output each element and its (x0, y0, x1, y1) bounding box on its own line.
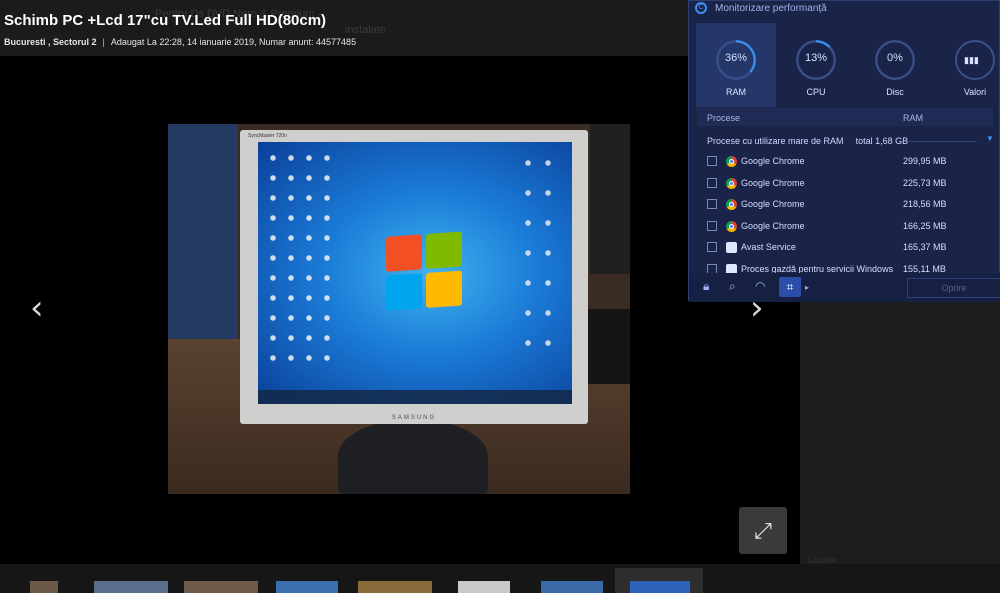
process-checkbox[interactable] (707, 199, 717, 209)
expand-icon[interactable]: ⤢ (739, 507, 787, 554)
performance-monitor-window: C Monitorizare performanță 36% RAM 13% C… (688, 0, 1000, 302)
background-ghost-text: instalate (345, 24, 386, 36)
chevron-left-icon[interactable]: ‹ (30, 291, 44, 325)
sidebar (800, 300, 1000, 564)
process-row[interactable]: Google Chrome 225,73 MB (707, 176, 987, 194)
process-name: Google Chrome (741, 199, 805, 209)
process-table-header: Procese RAM (697, 108, 993, 126)
thumbnail[interactable] (458, 581, 510, 593)
taskbar (258, 390, 572, 404)
column-processes[interactable]: Procese (707, 113, 740, 123)
column-ram[interactable]: RAM (903, 113, 923, 123)
tab-label: RAM (726, 87, 746, 97)
chrome-icon (726, 221, 737, 232)
tab-label: CPU (806, 87, 826, 97)
process-row[interactable]: Google Chrome 299,95 MB (707, 154, 987, 172)
process-checkbox[interactable] (707, 156, 717, 166)
process-name: Avast Service (741, 242, 796, 252)
listing-meta: Bucuresti , Sectorul 2 | Adaugat La 22:28,… (4, 37, 356, 47)
process-checkbox[interactable] (707, 221, 717, 231)
listing-title: Schimb PC +Lcd 17"cu TV.Led Full HD(80cm… (4, 12, 327, 29)
chrome-icon (726, 156, 737, 167)
process-ram: 166,25 MB (903, 221, 947, 231)
thumbnail[interactable] (94, 581, 168, 593)
tab-label: Disc (886, 87, 904, 97)
process-name: Google Chrome (741, 221, 805, 231)
listing-location: Bucuresti , Sectorul 2 (4, 37, 97, 47)
process-checkbox[interactable] (707, 178, 717, 188)
keyboard (583, 309, 630, 384)
process-ram: 299,95 MB (903, 156, 947, 166)
process-name: Google Chrome (741, 156, 805, 166)
summary-label: Procese cu utilizare mare de RAM (707, 136, 844, 146)
ccleaner-logo-icon: C (695, 2, 707, 14)
thumbnail[interactable] (30, 581, 58, 593)
process-row[interactable]: Google Chrome 218,56 MB (707, 197, 987, 215)
gauge-icon[interactable]: ◠ (755, 279, 765, 293)
crop-icon[interactable]: ⌗ (779, 277, 801, 297)
process-name: Google Chrome (741, 178, 805, 188)
monitor: SyncMaster 720n SAMSUNG (240, 130, 588, 424)
tab-cpu[interactable]: 13% CPU (776, 23, 856, 107)
process-ram: 218,56 MB (903, 199, 947, 209)
desktop-icons (264, 148, 334, 368)
lock-icon[interactable]: 🔒︎ (703, 279, 709, 294)
cpu-percent: 13% (804, 52, 828, 64)
monitor-screen (258, 142, 572, 404)
process-row[interactable]: Proces gazdă pentru servicii Windows 155… (707, 262, 987, 273)
process-checkbox[interactable] (707, 264, 717, 273)
thumbnail[interactable] (276, 581, 338, 593)
thumbnail[interactable] (184, 581, 258, 593)
tab-disc[interactable]: 0% Disc (855, 23, 935, 107)
collapse-arrow-icon[interactable]: ▼ (986, 134, 994, 143)
bar-chart-icon: ▮▮▮ (964, 55, 979, 65)
chrome-icon (726, 178, 737, 189)
tab-valori[interactable]: ▮▮▮ Valori (935, 23, 1000, 107)
process-ram: 155,11 MB (903, 264, 946, 273)
listing-added-date: Adaugat La 22:28, 14 ianuarie 2019, Numa… (110, 37, 357, 47)
avast-icon (726, 242, 737, 253)
windows-service-icon (726, 264, 737, 273)
thumbnail[interactable] (630, 581, 690, 593)
thumbnail[interactable] (541, 581, 603, 593)
monitor-model: SyncMaster 720n (248, 133, 287, 139)
monitor-stand (338, 419, 488, 494)
desktop-icons (518, 148, 558, 358)
perf-title: Monitorizare performanță (715, 3, 827, 14)
stop-button[interactable]: Oprire (907, 278, 1000, 298)
image-viewer: SyncMaster 720n SAMSUNG (0, 56, 800, 564)
monitor-brand: SAMSUNG (391, 415, 437, 421)
process-ram: 165,37 MB (903, 242, 947, 252)
disc-percent: 0% (887, 52, 903, 64)
chrome-icon (726, 199, 737, 210)
process-name: Proces gazdă pentru servicii Windows (741, 264, 894, 273)
thumbnail[interactable] (358, 581, 432, 593)
process-ram: 225,73 MB (903, 178, 947, 188)
windows-logo-icon (386, 231, 466, 315)
tab-ram[interactable]: 36% RAM (696, 23, 776, 107)
process-checkbox[interactable] (707, 242, 717, 252)
listing-photo: SyncMaster 720n SAMSUNG (168, 124, 630, 494)
search-icon[interactable]: ⌕ (729, 279, 736, 294)
process-row[interactable]: Avast Service 165,37 MB (707, 240, 987, 258)
tab-label: Valori (963, 87, 987, 97)
more-arrow-icon[interactable]: ▸ (805, 283, 809, 292)
perf-toolbar: 🔒︎ ⌕ ◠ ⌗ ▸ Oprire (689, 273, 1000, 302)
perf-titlebar: C Monitorizare performanță (689, 1, 1000, 17)
meta-separator: | (102, 37, 105, 47)
process-row[interactable]: Google Chrome 166,25 MB (707, 219, 987, 237)
summary-total: total 1,68 GB (855, 136, 909, 146)
ram-summary: Procese cu utilizare mare de RAM total 1,… (707, 136, 908, 146)
listing-header: Pentru Ds DVD Nero & Premium - instalate… (0, 0, 800, 56)
thumbnail-strip (0, 564, 1000, 593)
ram-percent: 36% (724, 52, 748, 64)
